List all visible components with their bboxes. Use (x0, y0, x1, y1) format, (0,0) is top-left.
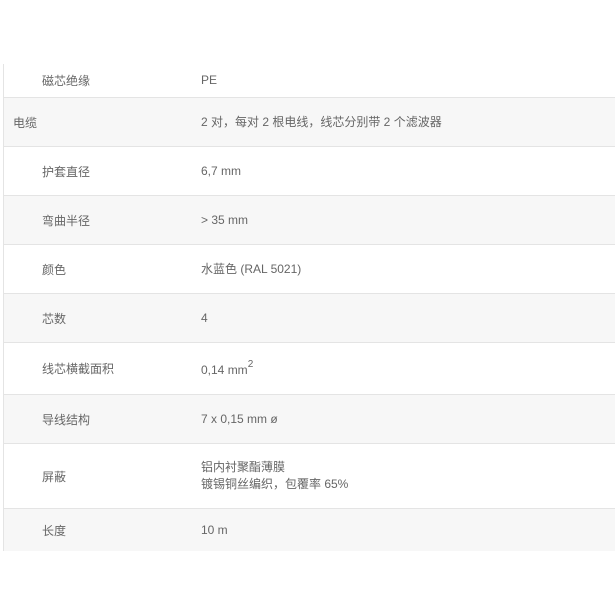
spec-label: 护套直径 (42, 164, 91, 179)
spec-value: 2 对，每对 2 根电线，线芯分别带 2 个滤波器 (201, 114, 442, 129)
spec-value: > 35 mm (201, 212, 249, 227)
spec-value: 4 (201, 310, 208, 325)
spec-value: 0,14 mm2 (201, 358, 253, 379)
spec-row-shielding: 屏蔽 铝内衬聚酯薄膜 镀锡铜丝编织，包覆率 65% (4, 444, 615, 509)
spec-row-conductor-structure: 导线结构 7 x 0,15 mm ø (4, 395, 615, 444)
spec-row-core-count: 芯数 4 (4, 294, 615, 343)
spec-value-superscript: 2 (247, 359, 254, 370)
spec-row-sheath-diameter: 护套直径 6,7 mm (4, 147, 615, 196)
spec-label: 弯曲半径 (42, 213, 91, 228)
spec-label: 芯数 (42, 311, 67, 326)
spec-value: PE (201, 73, 218, 87)
spec-row-core-insulation: 磁芯绝缘 PE (4, 64, 615, 98)
spec-label: 导线结构 (42, 412, 91, 427)
spec-value: 水蓝色 (RAL 5021) (201, 261, 302, 276)
spec-value: 7 x 0,15 mm ø (201, 411, 278, 426)
spec-label: 磁芯绝缘 (42, 74, 91, 88)
spec-row-cross-section: 线芯横截面积 0,14 mm2 (4, 343, 615, 395)
spec-value-line: 铝内衬聚酯薄膜 (201, 460, 286, 474)
spec-value: 铝内衬聚酯薄膜 镀锡铜丝编织，包覆率 65% (201, 459, 348, 493)
spec-label: 颜色 (42, 262, 67, 277)
spec-row-cable: 电缆 2 对，每对 2 根电线，线芯分别带 2 个滤波器 (4, 98, 615, 147)
spec-row-color: 颜色 水蓝色 (RAL 5021) (4, 245, 615, 294)
spec-label: 屏蔽 (42, 469, 67, 484)
spec-value: 10 m (201, 522, 228, 537)
spec-label: 电缆 (13, 115, 38, 130)
spec-value-text: 0,14 mm (201, 363, 248, 377)
spec-label: 长度 (42, 523, 67, 538)
spec-value-line: 镀锡铜丝编织，包覆率 65% (201, 477, 349, 491)
spec-label: 线芯横截面积 (42, 362, 115, 376)
spec-row-bend-radius: 弯曲半径 > 35 mm (4, 196, 615, 245)
spec-row-length: 长度 10 m (4, 509, 615, 551)
spec-value: 6,7 mm (201, 163, 242, 178)
spec-table: 磁芯绝缘 PE 电缆 2 对，每对 2 根电线，线芯分别带 2 个滤波器 护套直… (3, 64, 615, 551)
